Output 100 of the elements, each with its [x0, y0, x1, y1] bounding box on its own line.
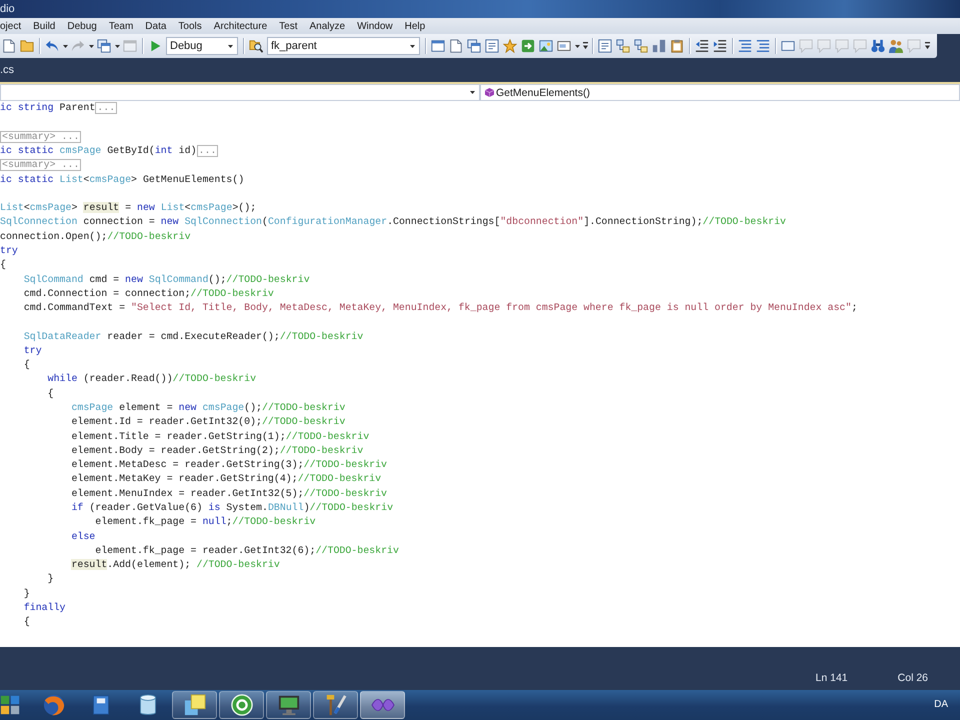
- text-lines-icon[interactable]: [756, 39, 770, 53]
- caret-icon[interactable]: [88, 44, 94, 48]
- overflow-icon[interactable]: [924, 42, 930, 50]
- menu-item[interactable]: Tools: [172, 20, 208, 32]
- menu-item[interactable]: Build: [27, 20, 62, 32]
- tools-icon: [324, 694, 346, 716]
- code-line: element.MenuIndex = reader.GetInt32(5);//TODO-beskriv: [71, 488, 388, 500]
- cylinder-icon[interactable]: [138, 694, 158, 716]
- document-tab[interactable]: .cs: [0, 64, 22, 82]
- cursor-column: Col 26: [898, 672, 928, 685]
- arrow-tile-icon[interactable]: [521, 39, 535, 53]
- menu-item[interactable]: oject: [0, 20, 28, 32]
- window-title: dio: [0, 2, 15, 16]
- windows-icon[interactable]: [97, 39, 111, 53]
- code-line: {: [24, 359, 30, 372]
- form-icon[interactable]: [598, 39, 612, 53]
- code-line: else: [71, 530, 96, 543]
- code-line: ic string Parent: [0, 102, 96, 114]
- code-line: }: [48, 573, 54, 586]
- menu-item[interactable]: Data: [139, 20, 172, 32]
- caret-icon: [228, 44, 233, 48]
- caret-icon[interactable]: [114, 44, 120, 48]
- code-line: element.fk_page = null;//TODO-beskriv: [95, 516, 316, 528]
- panel-icon[interactable]: [557, 39, 571, 53]
- caret-icon[interactable]: [62, 44, 68, 48]
- indent-icon[interactable]: [713, 39, 727, 53]
- windows-icon[interactable]: [467, 39, 481, 53]
- caret-icon: [410, 44, 415, 48]
- menu-item[interactable]: Team: [102, 20, 140, 32]
- language-indicator[interactable]: DA: [934, 699, 948, 711]
- folder-icon[interactable]: [20, 39, 34, 53]
- people-icon[interactable]: [889, 39, 903, 53]
- configuration-dropdown[interactable]: Debug: [166, 37, 238, 55]
- cursor-line: Ln 141: [816, 672, 848, 685]
- code-line: cmsPage element = new cmsPage();//TODO-beskriv: [71, 402, 346, 414]
- cube-icon: [485, 88, 494, 97]
- form-icon[interactable]: [485, 39, 499, 53]
- taskbar-button[interactable]: [219, 691, 264, 719]
- code-line: if (reader.GetValue(6) is System.DBNull)//TODO-beskriv: [71, 502, 394, 514]
- caret-icon[interactable]: [574, 44, 580, 48]
- caret-icon: [470, 91, 475, 94]
- code-line: element.Id = reader.GetInt32(0);//TODO-beskriv: [71, 416, 346, 428]
- code-line: element.MetaKey = reader.GetString(4);//TODO-beskriv: [71, 473, 382, 486]
- star-icon[interactable]: [503, 39, 517, 53]
- code-line: while (reader.Read())//TODO-beskriv: [48, 373, 256, 386]
- folder-magnifier-icon[interactable]: [249, 39, 263, 53]
- code-line: cmd.CommandText = "Select Id, Title, Body, MetaDesc, MetaKey, MenuIndex, fk_page from cmsPage where fk_page is null order by MenuIndex asc";: [24, 302, 858, 314]
- undo-icon[interactable]: [45, 39, 59, 53]
- code-line: element.MetaDesc = reader.GetString(3);//TODO-beskriv: [71, 459, 388, 472]
- tiles-icon[interactable]: [0, 695, 20, 715]
- code-line: element.Body = reader.GetString(2);//TODO-beskriv: [71, 444, 364, 457]
- member-dropdown[interactable]: GetMenuElements(): [480, 84, 960, 101]
- window-icon[interactable]: [431, 39, 445, 53]
- code-line: try: [0, 244, 18, 257]
- code-line: {: [48, 388, 54, 400]
- overflow-icon[interactable]: [582, 42, 588, 50]
- code-line: result.Add(element); //TODO-beskriv: [71, 559, 280, 572]
- taskbar-button[interactable]: [360, 691, 405, 719]
- taskbar-button[interactable]: [266, 691, 311, 719]
- outdent-icon[interactable]: [695, 39, 709, 53]
- connected-boxes-icon[interactable]: [616, 39, 630, 53]
- document-icon[interactable]: [2, 39, 16, 53]
- document-icon[interactable]: [449, 39, 463, 53]
- globe-icon[interactable]: [42, 694, 64, 716]
- code-line: element.Title = reader.GetString(1);//TODO-beskriv: [71, 430, 370, 443]
- code-line: ic static cmsPage GetById(int id): [0, 144, 197, 157]
- text-lines-icon[interactable]: [738, 39, 752, 53]
- code-line: SqlCommand cmd = new SqlCommand();//TODO-beskriv: [24, 274, 310, 286]
- code-line: {: [0, 259, 6, 272]
- connected-boxes-icon[interactable]: [634, 39, 648, 53]
- book-icon[interactable]: [90, 695, 110, 715]
- ring-icon: [230, 694, 252, 716]
- code-line: List<cmsPage> result = new List<cmsPage>();: [0, 202, 256, 214]
- menu-item[interactable]: Analyze: [303, 20, 352, 32]
- menu-item[interactable]: Architecture: [208, 20, 274, 32]
- code-line: connection.Open();//TODO-beskriv: [0, 230, 191, 243]
- code-line: ic static List<cmsPage> GetMenuElements(): [0, 174, 244, 186]
- bars-icon[interactable]: [652, 39, 666, 53]
- monitor-icon: [278, 694, 300, 716]
- code-line: element.fk_page = reader.GetInt32(6);//TODO-beskriv: [95, 544, 399, 557]
- taskbar-button[interactable]: [313, 691, 358, 719]
- code-line: SqlDataReader reader = cmd.ExecuteReader();//TODO-beskriv: [24, 330, 364, 343]
- sticky-notes-icon: [184, 694, 206, 716]
- code-line: }: [24, 588, 30, 600]
- menu-item[interactable]: Help: [398, 20, 432, 32]
- code-line: SqlConnection connection = new SqlConnection(ConfigurationManager.ConnectionStrings["dbconnection"].ConnectionString);//TODO-beskriv: [0, 216, 786, 228]
- binoculars-icon[interactable]: [871, 39, 885, 53]
- find-dropdown[interactable]: fk_parent: [267, 37, 420, 55]
- menu-item[interactable]: Debug: [61, 20, 103, 32]
- menu-item[interactable]: Window: [351, 20, 399, 32]
- picture-icon[interactable]: [539, 39, 553, 53]
- code-line: cmd.Connection = connection;//TODO-beskriv: [24, 288, 274, 300]
- code-line: {: [24, 616, 30, 628]
- clipboard-icon[interactable]: [670, 39, 684, 53]
- taskbar-button[interactable]: [172, 691, 217, 719]
- play-icon[interactable]: [150, 40, 160, 52]
- code-line: finally: [24, 602, 66, 614]
- rectangle-icon[interactable]: [781, 39, 795, 53]
- menu-item[interactable]: Test: [273, 20, 304, 32]
- code-line: try: [24, 344, 42, 357]
